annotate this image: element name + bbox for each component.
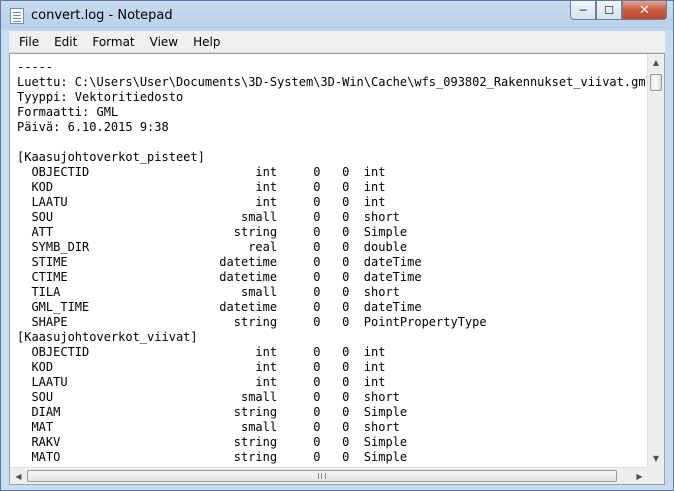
text-line: LAATU int 0 0 int (17, 195, 386, 209)
text-line: MAT small 0 0 short (17, 420, 400, 434)
minimize-icon: ─ (579, 3, 587, 17)
text-line: TILA small 0 0 short (17, 285, 400, 299)
scroll-right-button[interactable]: ▶ (631, 468, 648, 484)
text-line: SYMB_DIR real 0 0 double (17, 240, 408, 254)
menu-view[interactable]: View (145, 35, 183, 49)
scroll-down-button[interactable]: ▼ (648, 450, 664, 467)
menu-bar: File Edit Format View Help (9, 31, 665, 53)
text-line: STIME datetime 0 0 dateTime (17, 255, 422, 269)
chevron-left-icon: ◀ (15, 471, 22, 481)
text-editor[interactable]: ----- Luettu: C:\Users\User\Documents\3D-… (9, 53, 665, 485)
vertical-scrollbar[interactable]: ▲ ▼ (647, 54, 664, 467)
text-line: KOD int 0 0 int (17, 180, 386, 194)
chevron-right-icon: ▶ (636, 471, 643, 481)
text-line: KOD int 0 0 int (17, 360, 386, 374)
chevron-up-icon: ▲ (652, 58, 660, 67)
text-line: LAATU int 0 0 int (17, 375, 386, 389)
menu-file[interactable]: File (14, 35, 44, 49)
menu-edit[interactable]: Edit (49, 35, 82, 49)
text-line: [Kaasujohtoverkot_pisteet] (17, 150, 205, 164)
text-line (17, 135, 653, 150)
close-icon: ✕ (639, 2, 650, 18)
text-line: RAKV string 0 0 Simple (17, 435, 408, 449)
close-button[interactable]: ✕ (622, 1, 667, 20)
notepad-icon[interactable] (10, 8, 24, 24)
editor-text[interactable]: ----- Luettu: C:\Users\User\Documents\3D-… (17, 60, 653, 465)
text-line: Tyyppi: Vektoritiedosto (17, 90, 184, 104)
scroll-up-button[interactable]: ▲ (648, 54, 664, 71)
text-line: SOU small 0 0 short (17, 210, 400, 224)
text-line: ----- (17, 60, 54, 74)
text-line: OBJECTID int 0 0 int (17, 345, 386, 359)
window-controls: ─ ☐ ✕ (570, 1, 667, 21)
text-line: MATO string 0 0 Simple (17, 450, 408, 464)
text-line: CTIME datetime 0 0 dateTime (17, 270, 422, 284)
scroll-left-button[interactable]: ◀ (10, 468, 27, 484)
maximize-icon: ☐ (604, 3, 614, 17)
scrollbar-corner (647, 467, 664, 484)
title-bar[interactable]: convert.log - Notepad ─ ☐ ✕ (1, 1, 673, 31)
maximize-button[interactable]: ☐ (596, 1, 622, 20)
grip-icon (318, 473, 326, 479)
menu-help[interactable]: Help (188, 35, 225, 49)
minimize-button[interactable]: ─ (570, 1, 596, 20)
text-line: GML_TIME datetime 0 0 dateTime (17, 300, 422, 314)
text-line: OBJECTID int 0 0 int (17, 165, 386, 179)
text-line: SOU small 0 0 short (17, 390, 400, 404)
text-line: ATT string 0 0 Simple (17, 225, 408, 239)
text-line: Luettu: C:\Users\User\Documents\3D-Syste… (17, 75, 653, 89)
chevron-down-icon: ▼ (652, 454, 660, 463)
notepad-window: convert.log - Notepad ─ ☐ ✕ File Edit Fo… (0, 0, 674, 491)
menu-format[interactable]: Format (87, 35, 139, 49)
text-line: [Kaasujohtoverkot_viivat] (17, 330, 198, 344)
vertical-scroll-thumb[interactable] (650, 74, 662, 91)
text-line: Päivä: 6.10.2015 9:38 (17, 120, 169, 134)
text-line: Formaatti: GML (17, 105, 119, 119)
horizontal-scrollbar[interactable]: ◀ ▶ (10, 467, 648, 484)
text-line: DIAM string 0 0 Simple (17, 405, 408, 419)
text-line: SHAPE string 0 0 PointPropertyType (17, 315, 487, 329)
window-title: convert.log - Notepad (31, 8, 173, 23)
horizontal-scroll-thumb[interactable] (27, 470, 617, 482)
